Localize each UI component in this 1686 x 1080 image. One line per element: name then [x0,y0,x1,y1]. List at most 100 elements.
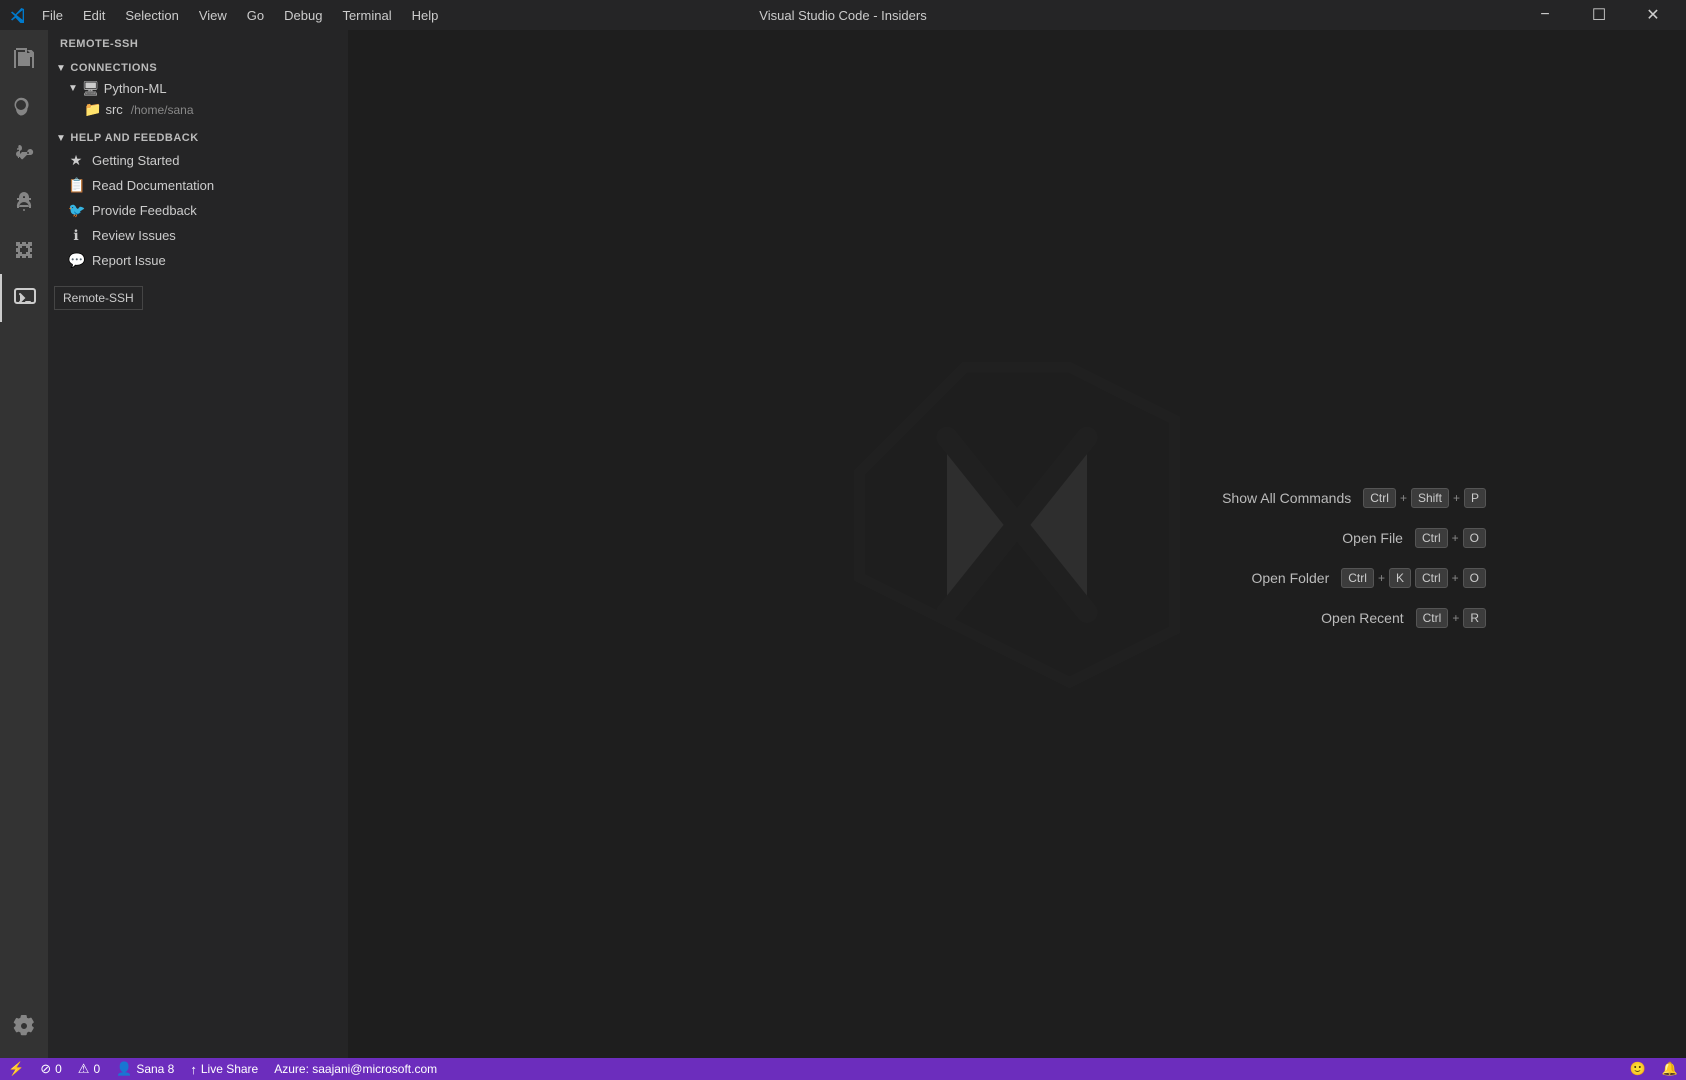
read-docs-label: Read Documentation [92,178,214,193]
help-item-provide-feedback[interactable]: 🐦 Provide Feedback [48,198,348,223]
src-path: /home/sana [131,103,194,117]
debug-icon [12,190,36,214]
kbd-ctrl-5: Ctrl [1416,608,1449,628]
editor-area: Show All Commands Ctrl + Shift + P Open … [348,30,1686,1058]
show-commands-label: Show All Commands [1222,490,1351,506]
kbd-o: O [1463,528,1486,548]
menu-edit[interactable]: Edit [75,6,113,25]
open-folder-label: Open Folder [1251,570,1329,586]
liveshare-icon: ↑ [190,1062,197,1077]
title-bar-left: File Edit Selection View Go Debug Termin… [10,6,446,25]
kbd-plus2: + [1453,491,1460,505]
folder-icon: 📁 [84,101,101,118]
activity-item-debug[interactable] [0,178,48,226]
help-chevron: ▼ [56,133,66,144]
sidebar-title: REMOTE-SSH [48,30,348,58]
activity-item-settings[interactable] [0,1002,48,1050]
kbd-o2: O [1463,568,1486,588]
activity-item-explorer[interactable] [0,34,48,82]
open-recent-keys: Ctrl + R [1416,608,1486,628]
report-issue-label: Report Issue [92,253,166,268]
status-remote[interactable]: ⚡ [0,1058,32,1080]
user-icon: 👤 [116,1061,132,1077]
comment-icon: 💬 [68,252,84,269]
error-count: 0 [55,1062,62,1076]
menu-help[interactable]: Help [404,6,447,25]
python-ml-chevron: ▼ [68,83,78,94]
kbd-k: K [1389,568,1411,588]
status-notifications[interactable]: 🔔 [1654,1061,1686,1077]
monitor-icon: 🖥 [82,80,100,97]
open-recent-label: Open Recent [1321,610,1404,626]
activity-item-extensions[interactable] [0,226,48,274]
extensions-icon [12,238,36,262]
maximize-button[interactable]: ☐ [1576,0,1622,30]
connections-chevron: ▼ [56,63,66,74]
open-file-label: Open File [1342,530,1403,546]
feedback-icon: 🙂 [1630,1061,1646,1077]
kbd-plus1: + [1400,491,1407,505]
activity-item-scm[interactable] [0,130,48,178]
menu-view[interactable]: View [191,6,235,25]
title-bar: File Edit Selection View Go Debug Termin… [0,0,1686,30]
shortcut-open-folder: Open Folder Ctrl + K Ctrl + O [1222,568,1486,588]
status-liveshare[interactable]: ↑ Live Share [182,1058,266,1080]
shortcut-show-commands: Show All Commands Ctrl + Shift + P [1222,488,1486,508]
kbd-ctrl: Ctrl [1363,488,1396,508]
shortcut-open-file: Open File Ctrl + O [1222,528,1486,548]
kbd-p: P [1464,488,1486,508]
main-layout: Remote-SSH REMOTE-SSH ▼ CONNECTIONS ▼ 🖥 … [0,30,1686,1058]
vscode-watermark [842,350,1192,703]
status-azure[interactable]: Azure: saajani@microsoft.com [266,1058,445,1080]
kbd-r: R [1463,608,1486,628]
warning-count: 0 [93,1062,100,1076]
minimize-button[interactable]: − [1522,0,1568,30]
help-item-review-issues[interactable]: ℹ Review Issues [48,223,348,248]
menu-bar: File Edit Selection View Go Debug Termin… [34,6,446,25]
provide-feedback-label: Provide Feedback [92,203,197,218]
sidebar: REMOTE-SSH ▼ CONNECTIONS ▼ 🖥 Python-ML 📁… [48,30,348,1058]
open-file-keys: Ctrl + O [1415,528,1486,548]
liveshare-label: Live Share [201,1062,258,1076]
close-button[interactable]: ✕ [1630,0,1676,30]
tree-item-src[interactable]: 📁 src /home/sana [48,99,348,120]
notifications-icon: 🔔 [1662,1061,1678,1077]
window-controls: − ☐ ✕ [1522,0,1676,30]
user-label: Sana 8 [136,1062,174,1076]
status-user[interactable]: 👤 Sana 8 [108,1058,182,1080]
kbd-plus5: + [1452,571,1459,585]
menu-go[interactable]: Go [239,6,272,25]
activity-item-remote-ssh[interactable]: Remote-SSH [0,274,48,322]
connections-section-header[interactable]: ▼ CONNECTIONS [48,58,348,78]
status-errors[interactable]: ⊘ 0 [32,1058,70,1080]
status-right-items: 🙂 🔔 [1622,1061,1686,1077]
help-item-getting-started[interactable]: ★ Getting Started [48,148,348,173]
tree-item-python-ml[interactable]: ▼ 🖥 Python-ML [48,78,348,99]
book-icon: 📋 [68,177,84,194]
status-warnings[interactable]: ⚠ 0 [70,1058,108,1080]
error-icon: ⊘ [40,1061,51,1077]
help-item-read-docs[interactable]: 📋 Read Documentation [48,173,348,198]
status-feedback[interactable]: 🙂 [1622,1061,1654,1077]
getting-started-label: Getting Started [92,153,179,168]
kbd-shift: Shift [1411,488,1449,508]
menu-selection[interactable]: Selection [117,6,186,25]
help-item-report-issue[interactable]: 💬 Report Issue [48,248,348,273]
kbd-ctrl-2: Ctrl [1415,528,1448,548]
search-icon [12,94,36,118]
activity-item-search[interactable] [0,82,48,130]
status-bar: ⚡ ⊘ 0 ⚠ 0 👤 Sana 8 ↑ Live Share Azure: s… [0,1058,1686,1080]
menu-file[interactable]: File [34,6,71,25]
azure-label: Azure: saajani@microsoft.com [274,1062,437,1076]
menu-debug[interactable]: Debug [276,6,330,25]
help-section-header[interactable]: ▼ HELP AND FEEDBACK [48,128,348,148]
twitter-icon: 🐦 [68,202,84,219]
kbd-plus3: + [1452,531,1459,545]
vscode-logo-icon [10,7,26,23]
open-folder-keys: Ctrl + K Ctrl + O [1341,568,1486,588]
show-commands-keys: Ctrl + Shift + P [1363,488,1486,508]
help-feedback-section: ▼ HELP AND FEEDBACK ★ Getting Started 📋 … [48,128,348,273]
menu-terminal[interactable]: Terminal [334,6,399,25]
src-label: src [105,102,122,117]
remote-ssh-icon [13,286,37,310]
